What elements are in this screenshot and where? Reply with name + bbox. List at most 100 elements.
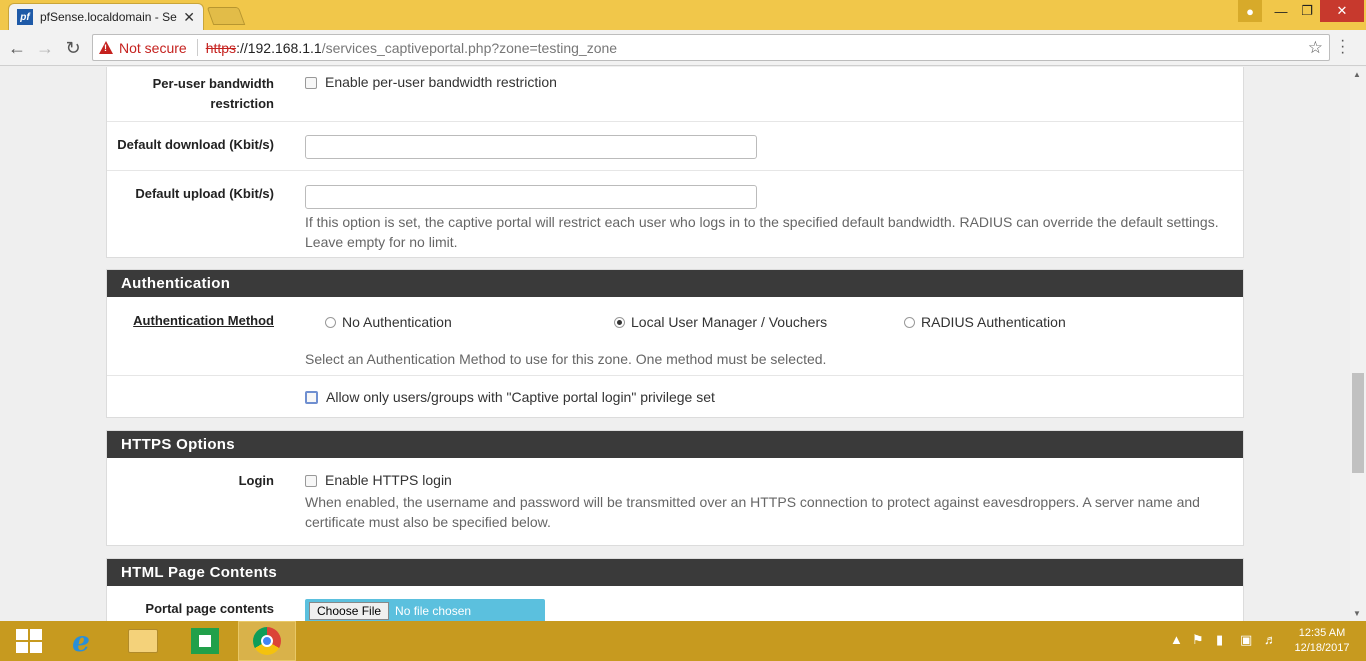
minimize-icon[interactable]: — (1268, 0, 1294, 22)
default-upload-field: If this option is set, the captive porta… (305, 185, 1235, 252)
bandwidth-panel: Per-user bandwidth restriction Enable pe… (106, 67, 1244, 258)
per-user-bandwidth-label-line1: Per-user bandwidth (152, 76, 274, 91)
windows-logo-icon (16, 629, 42, 653)
windows-taskbar: e ▲ ⚑ ▮ ▣ ♬ 12:35 AM 12/18/2017 (0, 621, 1366, 661)
auth-none-radio[interactable] (325, 317, 336, 328)
https-help-line1: When enabled, the username and password … (305, 494, 1200, 510)
per-user-bandwidth-label: Per-user bandwidth restriction (107, 74, 274, 114)
bandwidth-help-line2: Leave empty for no limit. (305, 234, 458, 250)
auth-option-local[interactable]: Local User Manager / Vouchers (614, 314, 827, 330)
new-tab-button[interactable] (206, 7, 246, 25)
page-scrollbar[interactable]: ▲ ▼ (1350, 67, 1366, 621)
url-scheme: https (205, 39, 237, 56)
reload-icon[interactable]: ↻ (62, 37, 84, 59)
not-secure-label[interactable]: Not secure (119, 40, 187, 56)
per-user-bandwidth-checkbox-label: Enable per-user bandwidth restriction (325, 74, 557, 90)
html-page-contents-title: HTML Page Contents (107, 559, 1243, 586)
clock-time: 12:35 AM (1298, 627, 1346, 639)
default-upload-input[interactable] (305, 185, 757, 209)
profile-icon[interactable]: ● (1238, 0, 1262, 22)
https-options-title: HTTPS Options (107, 431, 1243, 458)
auth-option-radius[interactable]: RADIUS Authentication (904, 314, 1066, 330)
portal-file-input[interactable]: Choose File No file chosen (305, 599, 545, 621)
default-download-row: Default download (Kbit/s) (107, 121, 1243, 170)
tray-flag-icon[interactable]: ⚑ (1192, 632, 1204, 648)
auth-local-radio[interactable] (614, 317, 625, 328)
per-user-bandwidth-checkbox[interactable] (305, 77, 317, 89)
window-close-icon[interactable]: ✕ (1320, 0, 1364, 22)
portal-page-field: Choose File No file chosen (305, 599, 545, 621)
default-download-input[interactable] (305, 135, 757, 159)
clock-date: 12/18/2017 (1294, 642, 1350, 654)
privilege-field: Allow only users/groups with "Captive po… (305, 389, 715, 405)
address-bar[interactable]: Not secure https ://192.168.1.1 /service… (92, 34, 1330, 61)
url-host: ://192.168.1.1 (236, 39, 322, 56)
tray-volume-icon[interactable]: ♬ (1264, 632, 1277, 647)
taskbar-chrome[interactable] (238, 621, 296, 661)
https-login-checkbox[interactable] (305, 475, 317, 487)
choose-file-button[interactable]: Choose File (309, 602, 390, 620)
warning-icon (99, 41, 113, 54)
per-user-bandwidth-field: Enable per-user bandwidth restriction (305, 74, 557, 90)
default-upload-row: Default upload (Kbit/s) If this option i… (107, 170, 1243, 259)
start-button[interactable] (0, 621, 58, 661)
https-login-field: Enable HTTPS login When enabled, the use… (305, 472, 1225, 532)
taskbar-explorer[interactable] (114, 621, 172, 661)
taskbar-store[interactable] (176, 621, 234, 661)
default-upload-label: Default upload (Kbit/s) (135, 186, 274, 201)
authentication-title: Authentication (107, 270, 1243, 297)
address-separator (196, 39, 198, 56)
auth-radius-radio[interactable] (904, 317, 915, 328)
default-download-field (305, 135, 757, 159)
https-options-panel: HTTPS Options Login Enable HTTPS login W… (106, 430, 1244, 546)
per-user-bandwidth-label-line2: restriction (210, 96, 274, 111)
browser-tabstrip: pf pfSense.localdomain - Se ✕ ● — ❐ ✕ (0, 0, 1366, 30)
privilege-checkbox[interactable] (305, 391, 318, 404)
store-icon (191, 628, 219, 654)
scroll-down-icon[interactable]: ▼ (1353, 609, 1361, 618)
privilege-row: Allow only users/groups with "Captive po… (107, 375, 1243, 417)
page-viewport: Per-user bandwidth restriction Enable pe… (0, 67, 1350, 621)
privilege-checkbox-label: Allow only users/groups with "Captive po… (326, 389, 715, 405)
tray-power-icon[interactable]: ▮ (1216, 632, 1223, 648)
bookmark-star-icon[interactable]: ☆ (1308, 38, 1323, 58)
browser-menu-icon[interactable]: · · · (1340, 33, 1345, 61)
auth-none-label: No Authentication (342, 314, 452, 330)
auth-local-label: Local User Manager / Vouchers (631, 314, 828, 330)
chrome-icon (253, 627, 281, 655)
file-status-text: No file chosen (395, 604, 472, 618)
auth-option-none[interactable]: No Authentication (325, 314, 452, 330)
tab-title: pfSense.localdomain - Se (40, 10, 177, 24)
auth-radius-label: RADIUS Authentication (921, 314, 1066, 330)
authentication-method-label[interactable]: Authentication Method (107, 311, 274, 331)
https-help-line2: certificate must also be specified below… (305, 514, 551, 530)
per-user-bandwidth-row: Per-user bandwidth restriction Enable pe… (107, 67, 1243, 121)
tab-close-icon[interactable]: ✕ (183, 9, 195, 26)
bandwidth-help-line1: If this option is set, the captive porta… (305, 214, 1219, 230)
pfsense-favicon-icon: pf (17, 9, 33, 25)
portal-page-row: Portal page contents Choose File No file… (107, 586, 1243, 621)
tray-expand-icon[interactable]: ▲ (1170, 632, 1183, 647)
bandwidth-help-text: If this option is set, the captive porta… (305, 212, 1235, 252)
html-page-contents-panel: HTML Page Contents Portal page contents … (106, 558, 1244, 621)
internet-explorer-icon: e (72, 624, 90, 658)
back-arrow-icon[interactable]: ← (6, 37, 28, 59)
https-login-checkbox-label: Enable HTTPS login (325, 472, 452, 488)
scroll-thumb[interactable] (1352, 373, 1364, 473)
maximize-icon[interactable]: ❐ (1294, 0, 1320, 22)
authentication-help-text: Select an Authentication Method to use f… (305, 351, 827, 367)
browser-toolbar: ← → ↻ Not secure https ://192.168.1.1 /s… (0, 30, 1366, 66)
https-login-row: Login Enable HTTPS login When enabled, t… (107, 458, 1243, 545)
taskbar-ie[interactable]: e (52, 621, 110, 661)
forward-arrow-icon[interactable]: → (34, 37, 56, 59)
file-explorer-icon (128, 629, 158, 653)
url-path: /services_captiveportal.php?zone=testing… (321, 39, 618, 56)
browser-tab[interactable]: pf pfSense.localdomain - Se ✕ (8, 3, 204, 30)
default-download-label: Default download (Kbit/s) (117, 137, 274, 152)
scroll-up-icon[interactable]: ▲ (1353, 70, 1361, 79)
tray-network-icon[interactable]: ▣ (1240, 632, 1252, 648)
authentication-method-row: Authentication Method No Authentication … (107, 297, 1243, 375)
https-login-label: Login (238, 473, 274, 488)
authentication-panel: Authentication Authentication Method No … (106, 269, 1244, 418)
taskbar-clock[interactable]: 12:35 AM 12/18/2017 (1286, 626, 1358, 656)
